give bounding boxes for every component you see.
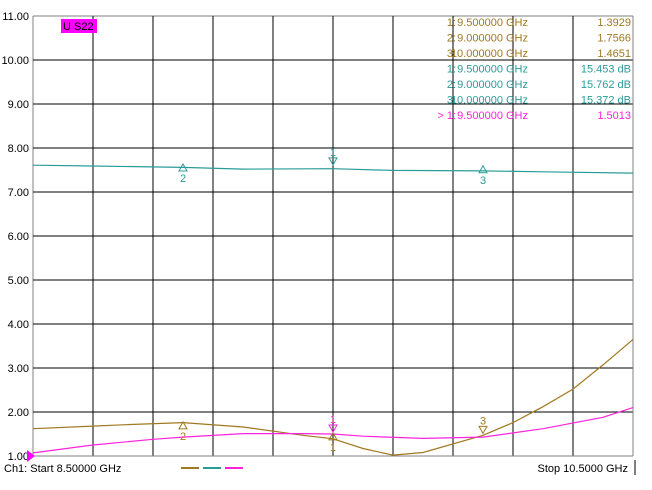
marker-label: 3 [480, 175, 486, 187]
marker-value: 15.762 dB [581, 79, 631, 91]
marker-index: 1: [447, 64, 456, 76]
marker-label: 1 [330, 414, 336, 426]
marker-index: 2: [447, 79, 456, 91]
marker-frequency: 10.000000 GHz [451, 48, 528, 60]
marker-value: 1.3929 [597, 17, 631, 29]
marker-frequency: 9.000000 GHz [457, 79, 528, 91]
y-tick-label: 9.00 [8, 99, 29, 111]
marker-value: 15.372 dB [581, 95, 631, 107]
background [0, 0, 652, 490]
marker-index: 2: [447, 33, 456, 45]
marker-value: 1.4651 [597, 48, 631, 60]
y-tick-label: 10.00 [1, 55, 29, 67]
marker-index: > 1: [437, 110, 456, 122]
marker-index: 1: [447, 17, 456, 29]
trace-badge-label: U S22 [63, 21, 94, 33]
y-tick-label: 3.00 [8, 363, 29, 375]
y-tick-label: 8.00 [8, 143, 29, 155]
marker-label: 3 [480, 415, 486, 427]
marker-value: 15.453 dB [581, 64, 631, 76]
marker-frequency: 9.000000 GHz [457, 33, 528, 45]
marker-label: 1 [330, 147, 336, 159]
marker-frequency: 9.500000 GHz [457, 64, 528, 76]
stop-frequency-label: Stop 10.5000 GHz [537, 463, 628, 475]
marker-frequency: 9.500000 GHz [457, 110, 528, 122]
marker-frequency: 9.500000 GHz [457, 17, 528, 29]
marker-value: 1.5013 [597, 110, 631, 122]
y-tick-label: 1.00 [8, 451, 29, 463]
y-tick-label: 11.00 [2, 11, 29, 23]
y-tick-label: 2.00 [8, 407, 29, 419]
y-tick-label: 7.00 [8, 187, 29, 199]
y-tick-label: 5.00 [8, 275, 29, 287]
y-tick-label: 6.00 [8, 231, 29, 243]
marker-label: 2 [180, 173, 186, 185]
marker-value: 1.7566 [597, 33, 631, 45]
network-analyzer-plot: 11.0010.009.008.007.006.005.004.003.002.… [0, 0, 652, 490]
marker-label: 2 [180, 431, 186, 443]
start-frequency-label: Ch1: Start 8.50000 GHz [4, 463, 121, 475]
y-tick-label: 4.00 [8, 319, 29, 331]
marker-label: 1 [330, 442, 336, 454]
marker-frequency: 10.000000 GHz [451, 95, 528, 107]
